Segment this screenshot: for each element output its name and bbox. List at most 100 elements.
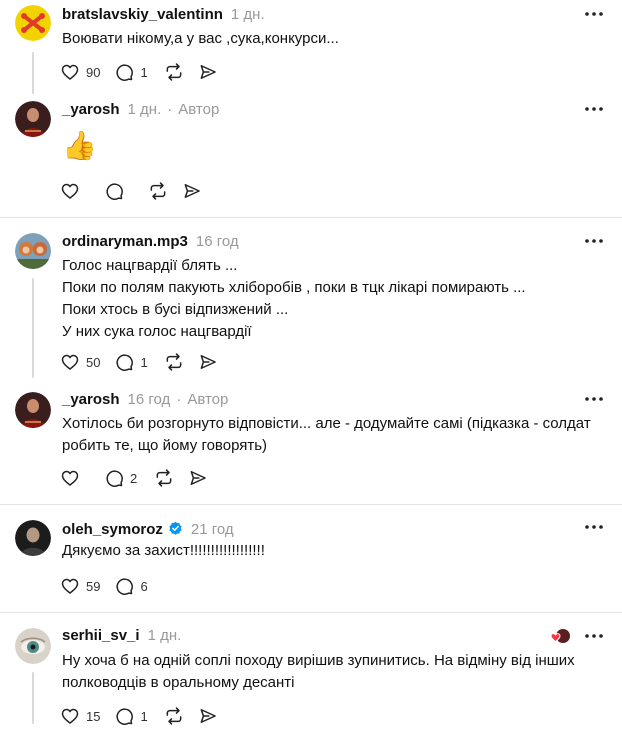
heart-icon xyxy=(61,183,79,199)
heart-icon xyxy=(61,578,79,594)
reply-button[interactable]: 2 xyxy=(104,468,140,488)
repost-button[interactable] xyxy=(164,352,184,372)
reply-count: 1 xyxy=(140,64,148,80)
more-icon[interactable] xyxy=(584,394,604,404)
timestamp[interactable]: 1 дн. xyxy=(231,6,265,23)
reply-button[interactable] xyxy=(104,181,124,201)
like-count: 59 xyxy=(86,578,101,594)
thread-divider xyxy=(0,217,622,218)
like-button[interactable]: 50 xyxy=(60,352,100,372)
avatar[interactable] xyxy=(15,392,51,428)
post-text-line: Поки по полям пакують хліборобів , поки … xyxy=(62,279,526,296)
heart-icon xyxy=(61,470,79,486)
post-text-line: Хотілось би розгорнуто відповісти... але… xyxy=(62,415,591,432)
thread-line xyxy=(32,52,34,94)
repost-icon xyxy=(150,182,166,200)
heart-icon xyxy=(61,64,79,80)
comment-icon xyxy=(106,183,123,200)
action-bar: 90 1 xyxy=(60,60,232,84)
avatar-image xyxy=(15,628,51,664)
avatar[interactable] xyxy=(15,628,51,664)
username[interactable]: bratslavskiy_valentinn xyxy=(62,6,223,23)
liked-by-author-icon[interactable] xyxy=(550,628,570,644)
timestamp[interactable]: 16 год xyxy=(196,233,239,250)
repost-button[interactable] xyxy=(164,706,184,726)
comment-icon xyxy=(106,470,123,487)
timestamp[interactable]: 1 дн. xyxy=(148,627,182,644)
like-button[interactable] xyxy=(60,181,80,201)
author-badge: Автор xyxy=(178,101,220,118)
repost-icon xyxy=(167,353,182,371)
more-icon[interactable] xyxy=(584,631,604,641)
reply-button[interactable]: 1 xyxy=(114,352,150,372)
reply-count: 6 xyxy=(140,578,148,594)
post-text-line: Ну хоча б на одній соплі походу вирішив … xyxy=(62,652,575,669)
post-header: ordinaryman.mp3 16 год xyxy=(62,233,239,250)
avatar-image xyxy=(15,392,51,428)
more-icon[interactable] xyxy=(584,522,604,532)
timestamp[interactable]: 16 год xyxy=(128,391,171,408)
post-header: serhii_sv_i 1 дн. xyxy=(62,627,181,644)
comment-icon xyxy=(116,354,134,371)
more-icon[interactable] xyxy=(584,104,604,114)
avatar[interactable] xyxy=(15,5,51,41)
post-header: oleh_symoroz 21 год xyxy=(62,519,234,538)
post-text: Хотілось би розгорнуто відповісти... але… xyxy=(62,413,591,457)
action-bar xyxy=(60,179,216,203)
post-text: Голос нацгвардії блять ... Поки по полям… xyxy=(62,255,526,343)
post-header: _yarosh 1 дн. · Автор xyxy=(62,101,219,118)
username[interactable]: ordinaryman.mp3 xyxy=(62,233,188,250)
action-bar: 15 1 xyxy=(60,704,232,728)
share-button[interactable] xyxy=(198,352,218,372)
thread-line xyxy=(32,672,34,724)
action-bar: 2 xyxy=(60,466,222,490)
action-bar: 59 6 xyxy=(60,574,164,598)
share-icon xyxy=(201,709,217,723)
repost-button[interactable] xyxy=(154,468,174,488)
post-text: Дякуємо за захист!!!!!!!!!!!!!!!!!! xyxy=(62,540,265,562)
timestamp[interactable]: 21 год xyxy=(191,521,234,538)
repost-button[interactable] xyxy=(164,62,184,82)
avatar-image xyxy=(15,520,51,556)
post-header: bratslavskiy_valentinn 1 дн. xyxy=(62,6,265,23)
repost-button[interactable] xyxy=(148,181,168,201)
reply-button[interactable]: 1 xyxy=(114,62,150,82)
author-badge: Автор xyxy=(187,391,229,408)
more-icon[interactable] xyxy=(584,236,604,246)
reply-button[interactable]: 6 xyxy=(114,576,150,596)
share-icon xyxy=(201,355,217,369)
more-icon[interactable] xyxy=(584,9,604,19)
like-button[interactable] xyxy=(60,468,80,488)
share-icon xyxy=(184,184,200,198)
avatar[interactable] xyxy=(15,101,51,137)
repost-icon xyxy=(167,63,182,81)
thread-divider xyxy=(0,504,622,505)
heart-icon xyxy=(61,354,79,370)
username[interactable]: _yarosh xyxy=(62,391,120,408)
like-button[interactable]: 59 xyxy=(60,576,100,596)
post-text-line: У них сука голос нацгвардії xyxy=(62,323,252,340)
timestamp[interactable]: 1 дн. xyxy=(128,101,162,118)
post-text-line: робить те, що йому говорять) xyxy=(62,437,268,454)
like-button[interactable]: 90 xyxy=(60,62,100,82)
share-icon xyxy=(190,471,206,485)
share-button[interactable] xyxy=(198,62,218,82)
like-button[interactable]: 15 xyxy=(60,706,100,726)
share-button[interactable] xyxy=(182,181,202,201)
post-emoji: 👍 xyxy=(62,130,97,161)
share-button[interactable] xyxy=(188,468,208,488)
reply-count: 1 xyxy=(140,708,148,724)
username[interactable]: _yarosh xyxy=(62,101,120,118)
like-count: 90 xyxy=(86,64,101,80)
post-text-line: Дякуємо за захист!!!!!!!!!!!!!!!!!! xyxy=(62,542,265,559)
post-text: Воювати нікому,а у вас ,сука,конкурси... xyxy=(62,28,339,50)
avatar[interactable] xyxy=(15,233,51,269)
heart-icon xyxy=(61,708,79,724)
avatar[interactable] xyxy=(15,520,51,556)
share-button[interactable] xyxy=(198,706,218,726)
username[interactable]: serhii_sv_i xyxy=(62,627,140,644)
post-header: _yarosh 16 год · Автор xyxy=(62,391,228,408)
repost-icon xyxy=(167,707,182,725)
username[interactable]: oleh_symoroz xyxy=(62,521,163,538)
reply-button[interactable]: 1 xyxy=(114,706,150,726)
